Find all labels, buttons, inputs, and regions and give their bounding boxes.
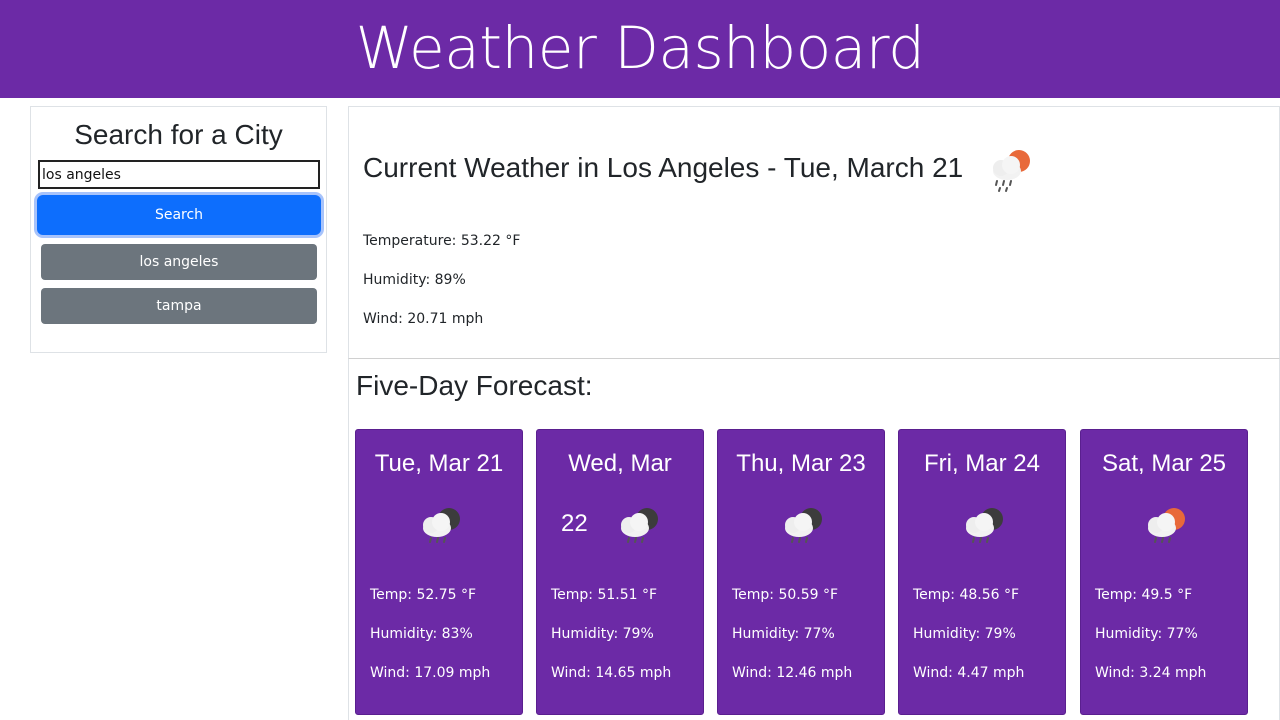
- current-weather-panel: Current Weather in Los Angeles - Tue, Ma…: [348, 106, 1280, 359]
- city-search-input[interactable]: [38, 160, 320, 189]
- forecast-wind: Wind: 17.09 mph: [370, 665, 491, 681]
- forecast-humidity: Humidity: 83%: [370, 626, 473, 642]
- forecast-humidity: Humidity: 79%: [551, 626, 654, 642]
- forecast-temp: Temp: 50.59 °F: [732, 587, 839, 603]
- search-button[interactable]: Search: [37, 195, 321, 235]
- forecast-temp: Temp: 49.5 °F: [1095, 587, 1193, 603]
- history-button-los-angeles[interactable]: los angeles: [41, 244, 317, 280]
- rain-sun-icon: [993, 150, 1030, 192]
- rain-moon-icon: [966, 508, 1003, 543]
- forecast-title: Five-Day Forecast:: [356, 370, 593, 401]
- forecast-date: Tue, Mar 21: [374, 450, 504, 477]
- forecast-card: Fri, Mar 24 Temp: 48.56 °F Humidity: 79%…: [898, 429, 1066, 715]
- forecast-humidity: Humidity: 77%: [1095, 626, 1198, 642]
- forecast-card: Thu, Mar 23 Temp: 50.59 °F Humidity: 77%…: [717, 429, 885, 715]
- forecast-card: Sat, Mar 25 Temp: 49.5 °F Humidity: 77% …: [1080, 429, 1248, 715]
- forecast-date: Thu, Mar 23: [736, 450, 866, 477]
- current-weather-heading: Current Weather in Los Angeles - Tue, Ma…: [363, 152, 964, 183]
- search-panel: Search for a City Search los angeles tam…: [30, 106, 327, 353]
- forecast-wind: Wind: 3.24 mph: [1095, 665, 1207, 681]
- current-humidity: Humidity: 89%: [363, 272, 466, 288]
- rain-moon-icon: [621, 508, 658, 543]
- current-wind: Wind: 20.71 mph: [363, 311, 484, 327]
- forecast-card: Tue, Mar 21 Temp: 52.75 °F Humidity: 83%…: [355, 429, 523, 715]
- history-button-tampa[interactable]: tampa: [41, 288, 317, 324]
- page-title: Weather Dashboard: [355, 14, 925, 82]
- forecast-temp: Temp: 51.51 °F: [551, 587, 658, 603]
- forecast-date: Sat, Mar 25: [1101, 450, 1227, 477]
- rain-sun-icon: [1148, 508, 1185, 543]
- forecast-humidity: Humidity: 77%: [732, 626, 835, 642]
- forecast-temp: Temp: 48.56 °F: [913, 587, 1020, 603]
- forecast-date-line2: 22: [561, 510, 588, 537]
- app-header: Weather Dashboard: [0, 0, 1280, 98]
- rain-moon-icon: [785, 508, 822, 543]
- forecast-humidity: Humidity: 79%: [913, 626, 1016, 642]
- forecast-date: Fri, Mar 24: [923, 450, 1040, 477]
- forecast-temp: Temp: 52.75 °F: [370, 587, 477, 603]
- forecast-wind: Wind: 14.65 mph: [551, 665, 672, 681]
- forecast-wind: Wind: 4.47 mph: [913, 665, 1025, 681]
- forecast-wind: Wind: 12.46 mph: [732, 665, 853, 681]
- search-heading: Search for a City: [74, 119, 283, 150]
- rain-moon-icon: [423, 508, 460, 543]
- current-temperature: Temperature: 53.22 °F: [363, 233, 521, 249]
- forecast-card: Wed, Mar 22 Temp: 51.51 °F Humidity: 79%…: [536, 429, 704, 715]
- forecast-date: Wed, Mar: [568, 450, 672, 477]
